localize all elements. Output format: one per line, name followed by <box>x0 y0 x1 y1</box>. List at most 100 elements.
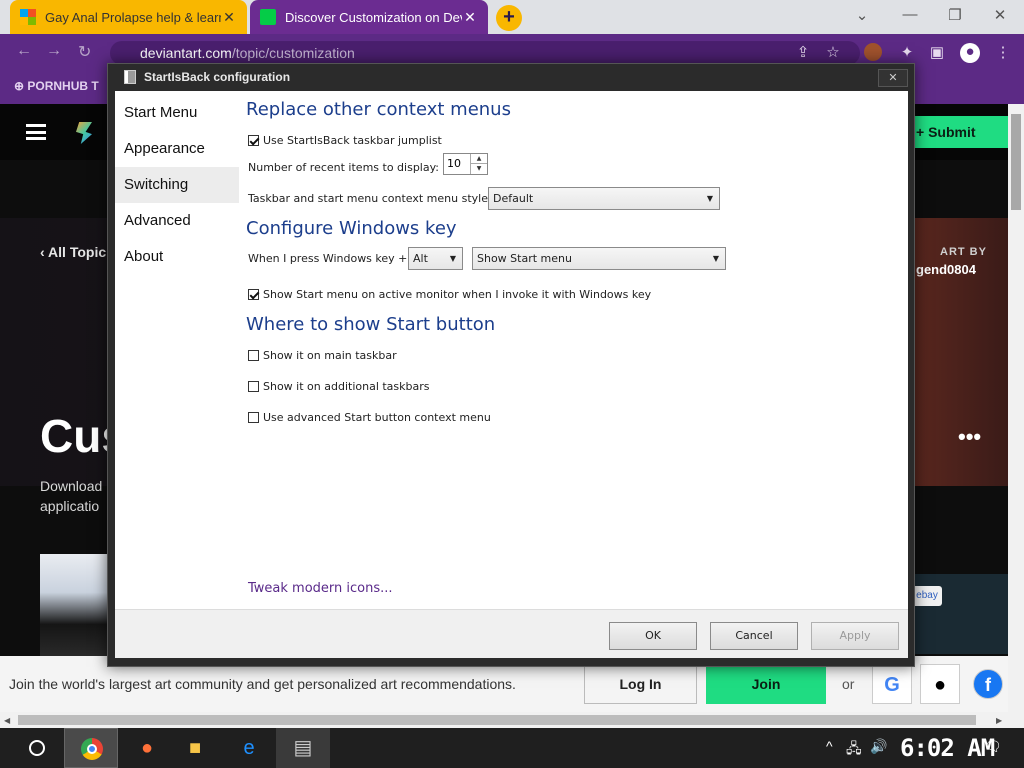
settings-content: Replace other context menus Use StartIsB… <box>239 91 908 609</box>
page-description: Download applicatio <box>40 476 102 516</box>
jumplist-option[interactable]: Use StartIsBack taskbar jumplist <box>248 134 442 147</box>
art-by-user[interactable]: gend0804 <box>916 262 976 277</box>
all-topics-link[interactable]: ‹ All Topic <box>40 244 106 260</box>
browser-menu-icon[interactable]: ⋮ <box>994 43 1012 61</box>
windows-key-action-select[interactable]: Show Start menu ▼ <box>472 247 726 270</box>
tab-search-icon[interactable]: ⌄ <box>852 6 872 24</box>
network-icon[interactable]: 🖧 <box>846 738 862 762</box>
recent-items-label: Number of recent items to display: <box>248 161 440 174</box>
sidebar-item-switching[interactable]: Switching <box>115 167 239 203</box>
taskbar-file-explorer[interactable]: ■ <box>168 728 222 768</box>
tab-title: Discover Customization on Devi <box>285 9 462 25</box>
action-center-icon[interactable]: 🗨 <box>984 738 1002 755</box>
chrome-icon <box>81 738 103 760</box>
join-message: Join the world's largest art community a… <box>9 676 516 692</box>
dropdown-arrow-icon: ▼ <box>449 254 456 263</box>
dialog-close-button[interactable]: ✕ <box>878 69 908 87</box>
recent-items-spinner[interactable]: 10 ▲ ▼ <box>443 153 488 175</box>
modifier-key-value: Alt <box>413 252 428 265</box>
url-path: /topic/customization <box>231 45 355 61</box>
submit-button[interactable]: + Submit <box>906 116 1008 148</box>
bookmark-pornhub[interactable]: ⊕ PORNHUB T <box>14 79 99 93</box>
main-taskbar-checkbox[interactable] <box>248 350 259 361</box>
advanced-context-checkbox[interactable] <box>248 412 259 423</box>
edge-icon: e <box>243 737 255 759</box>
tweak-modern-icons-link[interactable]: Tweak modern icons... <box>248 581 393 596</box>
volume-icon[interactable]: 🔊 <box>870 738 887 755</box>
sidebar-item-start-menu[interactable]: Start Menu <box>115 95 239 131</box>
hamburger-menu-icon[interactable] <box>26 124 46 140</box>
restore-button[interactable]: ❐ <box>945 6 965 24</box>
section-heading-windows-key: Configure Windows key <box>246 218 457 239</box>
windows-key-action-value: Show Start menu <box>477 252 572 265</box>
browser-tab-1[interactable]: Gay Anal Prolapse help & learni ✕ <box>10 0 247 34</box>
advanced-context-option[interactable]: Use advanced Start button context menu <box>248 411 491 424</box>
taskbar-edge[interactable]: e <box>222 728 276 768</box>
cancel-button[interactable]: Cancel <box>710 622 798 650</box>
browser-tab-2[interactable]: Discover Customization on Devi ✕ <box>250 0 488 34</box>
recent-items-value: 10 <box>447 157 461 170</box>
taskbar-chrome[interactable] <box>64 728 118 768</box>
side-panel-icon[interactable]: ▣ <box>928 43 946 61</box>
context-style-select[interactable]: Default ▼ <box>488 187 720 210</box>
new-tab-button[interactable]: + <box>496 5 522 31</box>
tray-overflow-icon[interactable]: ^ <box>826 738 833 754</box>
close-window-button[interactable]: ✕ <box>990 6 1010 24</box>
minimize-button[interactable]: — <box>900 6 920 23</box>
scroll-right-icon[interactable]: ▶ <box>996 716 1002 725</box>
back-button[interactable]: ← <box>16 42 32 60</box>
apple-login-icon[interactable]: ● <box>920 664 960 704</box>
active-monitor-option[interactable]: Show Start menu on active monitor when I… <box>248 288 651 301</box>
jumplist-checkbox[interactable] <box>248 135 259 146</box>
active-monitor-label: Show Start menu on active monitor when I… <box>263 288 652 301</box>
submit-label: Submit <box>928 124 976 140</box>
more-options-icon[interactable]: ••• <box>958 424 981 450</box>
start-orb-icon <box>29 740 45 756</box>
additional-taskbars-checkbox[interactable] <box>248 381 259 392</box>
vertical-scroll-thumb[interactable] <box>1011 114 1021 210</box>
spinner-down-icon[interactable]: ▼ <box>471 164 487 174</box>
modifier-key-select[interactable]: Alt ▼ <box>408 247 463 270</box>
facebook-login-icon[interactable]: f <box>973 669 1003 699</box>
profile-icon[interactable]: ● <box>960 43 980 63</box>
reload-button[interactable]: ↻ <box>78 42 91 62</box>
extension-avatar-icon[interactable] <box>864 43 882 61</box>
additional-taskbars-option[interactable]: Show it on additional taskbars <box>248 380 430 393</box>
section-heading-start-button: Where to show Start button <box>246 314 496 335</box>
spinner-arrows[interactable]: ▲ ▼ <box>470 154 487 174</box>
spinner-up-icon[interactable]: ▲ <box>471 154 487 164</box>
ok-button[interactable]: OK <box>609 622 697 650</box>
bookmark-label: PORNHUB T <box>27 79 99 93</box>
apply-button[interactable]: Apply <box>811 622 899 650</box>
bookmark-star-icon[interactable]: ☆ <box>824 43 842 61</box>
url-host: deviantart.com <box>140 45 232 61</box>
browser-tab-strip: Gay Anal Prolapse help & learni ✕ Discov… <box>0 0 1024 34</box>
tab-close-icon[interactable]: ✕ <box>221 9 237 26</box>
google-login-icon[interactable]: G <box>872 664 912 704</box>
taskbar-firefox[interactable]: ● <box>120 728 174 768</box>
taskbar-startisback[interactable]: ▤ <box>276 728 330 768</box>
share-icon[interactable]: ⇪ <box>794 43 812 61</box>
start-button[interactable] <box>10 728 58 768</box>
taskbar-clock[interactable]: 6:02 AM <box>900 734 995 762</box>
or-label: or <box>842 676 855 692</box>
forward-button[interactable]: → <box>46 42 62 60</box>
join-button[interactable]: Join <box>706 664 826 704</box>
scroll-left-icon[interactable]: ◀ <box>4 716 10 725</box>
active-monitor-checkbox[interactable] <box>248 289 259 300</box>
sidebar-item-advanced[interactable]: Advanced <box>115 203 239 239</box>
horizontal-scroll-thumb[interactable] <box>18 715 976 725</box>
tab-close-icon[interactable]: ✕ <box>462 9 478 26</box>
extensions-puzzle-icon[interactable]: ✦ <box>898 43 916 61</box>
login-button[interactable]: Log In <box>584 664 697 704</box>
jumplist-label: Use StartIsBack taskbar jumplist <box>263 134 442 147</box>
advanced-context-label: Use advanced Start button context menu <box>263 411 491 424</box>
deviantart-logo-icon[interactable] <box>76 122 92 144</box>
sidebar-item-about[interactable]: About <box>115 239 239 275</box>
address-bar[interactable]: deviantart.com/topic/customization <box>110 41 860 65</box>
sidebar-item-appearance[interactable]: Appearance <box>115 131 239 167</box>
dialog-titlebar[interactable]: StartIsBack configuration ✕ <box>108 64 914 91</box>
main-taskbar-option[interactable]: Show it on main taskbar <box>248 349 397 362</box>
ebay-logo: ebay <box>912 586 942 606</box>
dialog-body: Start Menu Appearance Switching Advanced… <box>115 91 908 658</box>
